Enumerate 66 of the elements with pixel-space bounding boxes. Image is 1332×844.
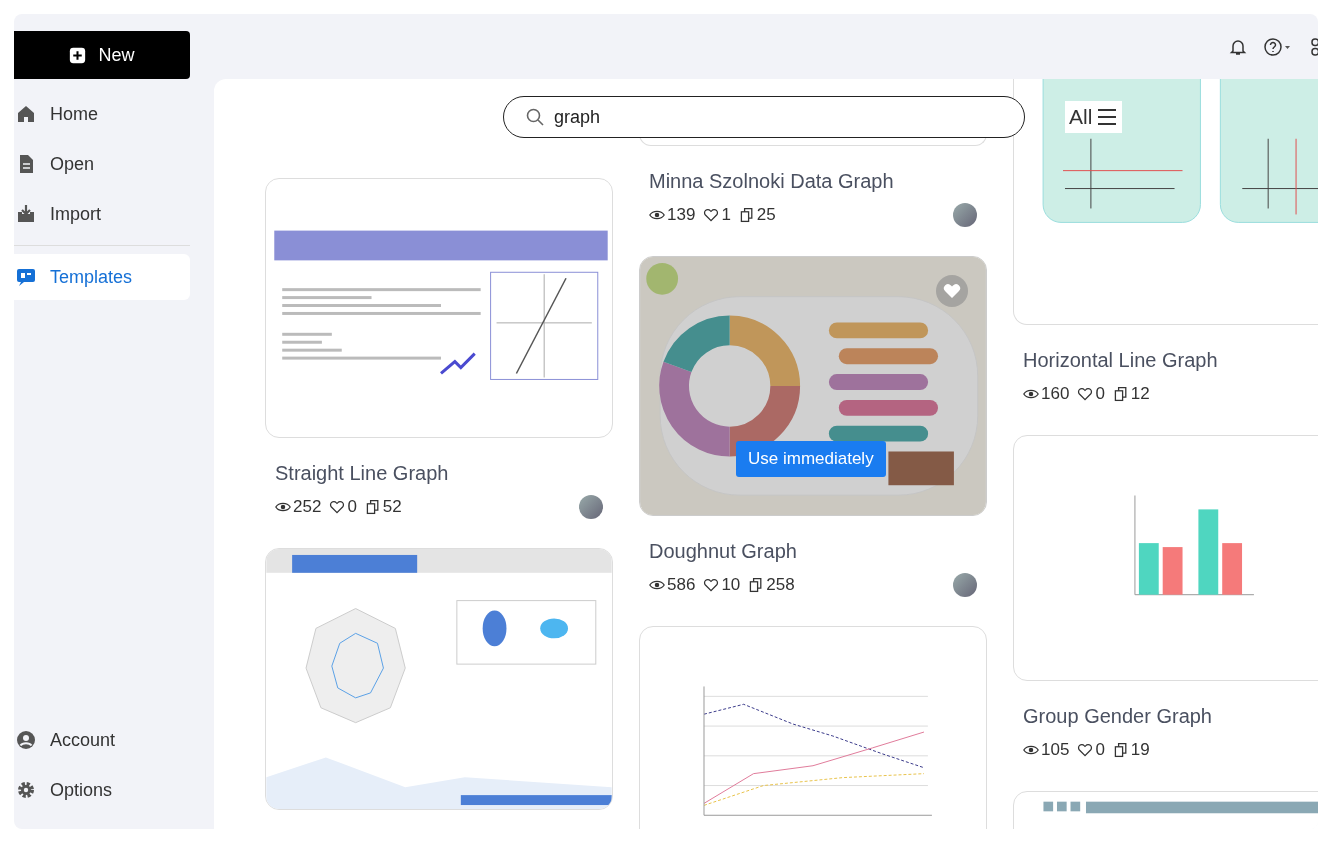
template-title[interactable]: Horizontal Line Graph — [1023, 347, 1318, 373]
heart-icon — [703, 577, 720, 593]
likes-count: 0 — [329, 497, 357, 517]
copies-count: 19 — [1112, 740, 1150, 760]
sidebar-item[interactable]: Templates — [14, 254, 190, 300]
copies-count: 25 — [738, 205, 776, 225]
menu-icon — [1096, 107, 1119, 127]
bar — [1138, 543, 1159, 595]
bar — [1222, 543, 1243, 595]
heart-icon — [1077, 386, 1094, 402]
views-count: 586 — [649, 575, 696, 595]
avatar[interactable] — [953, 573, 977, 597]
copies-count: 12 — [1112, 384, 1150, 404]
heart-icon — [1077, 742, 1094, 758]
template-title[interactable]: Minna Szolnoki Data Graph — [649, 168, 987, 194]
heart-icon — [703, 207, 720, 223]
template-thumbnail[interactable] — [1013, 435, 1318, 681]
radar-series — [331, 632, 384, 699]
copy-icon — [1112, 386, 1129, 402]
copies-count: 258 — [748, 575, 795, 595]
template-title[interactable]: Group Gender Graph — [1023, 703, 1318, 729]
template-thumbnail[interactable] — [265, 178, 613, 438]
shop-drawing — [888, 451, 954, 486]
sidebar-item[interactable]: Import — [14, 191, 190, 237]
sidebar-item[interactable]: Open — [14, 141, 190, 187]
template-title[interactable]: Straight Line Graph — [275, 460, 613, 486]
template-thumbnail[interactable] — [265, 548, 613, 810]
import-icon — [16, 204, 36, 224]
search-field[interactable]: graph — [503, 96, 1025, 138]
mini-radar — [482, 610, 507, 647]
new-button[interactable]: New — [14, 31, 190, 79]
views-count: 160 — [1023, 384, 1070, 404]
sidebar-item[interactable]: Home — [14, 91, 190, 137]
use-template-button[interactable]: Use immediately — [736, 441, 886, 477]
copy-icon — [364, 499, 381, 515]
trend-icon — [440, 352, 476, 375]
squares-drawing — [1043, 801, 1081, 812]
likes-count: 1 — [703, 205, 731, 225]
sidebar-item[interactable]: Account — [14, 717, 190, 763]
avatar[interactable] — [579, 495, 603, 519]
likes-count: 10 — [703, 575, 741, 595]
filter-dropdown[interactable]: All — [1065, 101, 1123, 133]
lime-drawing — [646, 262, 679, 295]
likes-count: 0 — [1077, 740, 1105, 760]
views-count: 105 — [1023, 740, 1070, 760]
templates-icon — [16, 267, 36, 287]
views-count: 139 — [649, 205, 696, 225]
sidebar-item[interactable]: Options — [14, 767, 190, 813]
template-thumbnail[interactable]: Use immediately — [639, 256, 987, 516]
avatar[interactable] — [953, 203, 977, 227]
likes-count: 0 — [1077, 384, 1105, 404]
search-icon — [525, 107, 545, 127]
copy-icon — [1112, 742, 1129, 758]
copy-icon — [738, 207, 755, 223]
template-title[interactable]: Doughnut Graph — [649, 538, 987, 564]
heart-icon — [942, 281, 962, 301]
home-icon — [16, 104, 36, 124]
views-count: 252 — [275, 497, 322, 517]
template-thumbnail[interactable] — [1013, 79, 1318, 325]
template-thumbnail[interactable] — [639, 626, 987, 829]
bar — [1162, 547, 1183, 595]
heart-icon — [329, 499, 346, 515]
copies-count: 52 — [364, 497, 402, 517]
plus-icon — [69, 46, 87, 64]
favorite-button[interactable] — [936, 275, 968, 307]
mini-radar — [540, 618, 568, 639]
